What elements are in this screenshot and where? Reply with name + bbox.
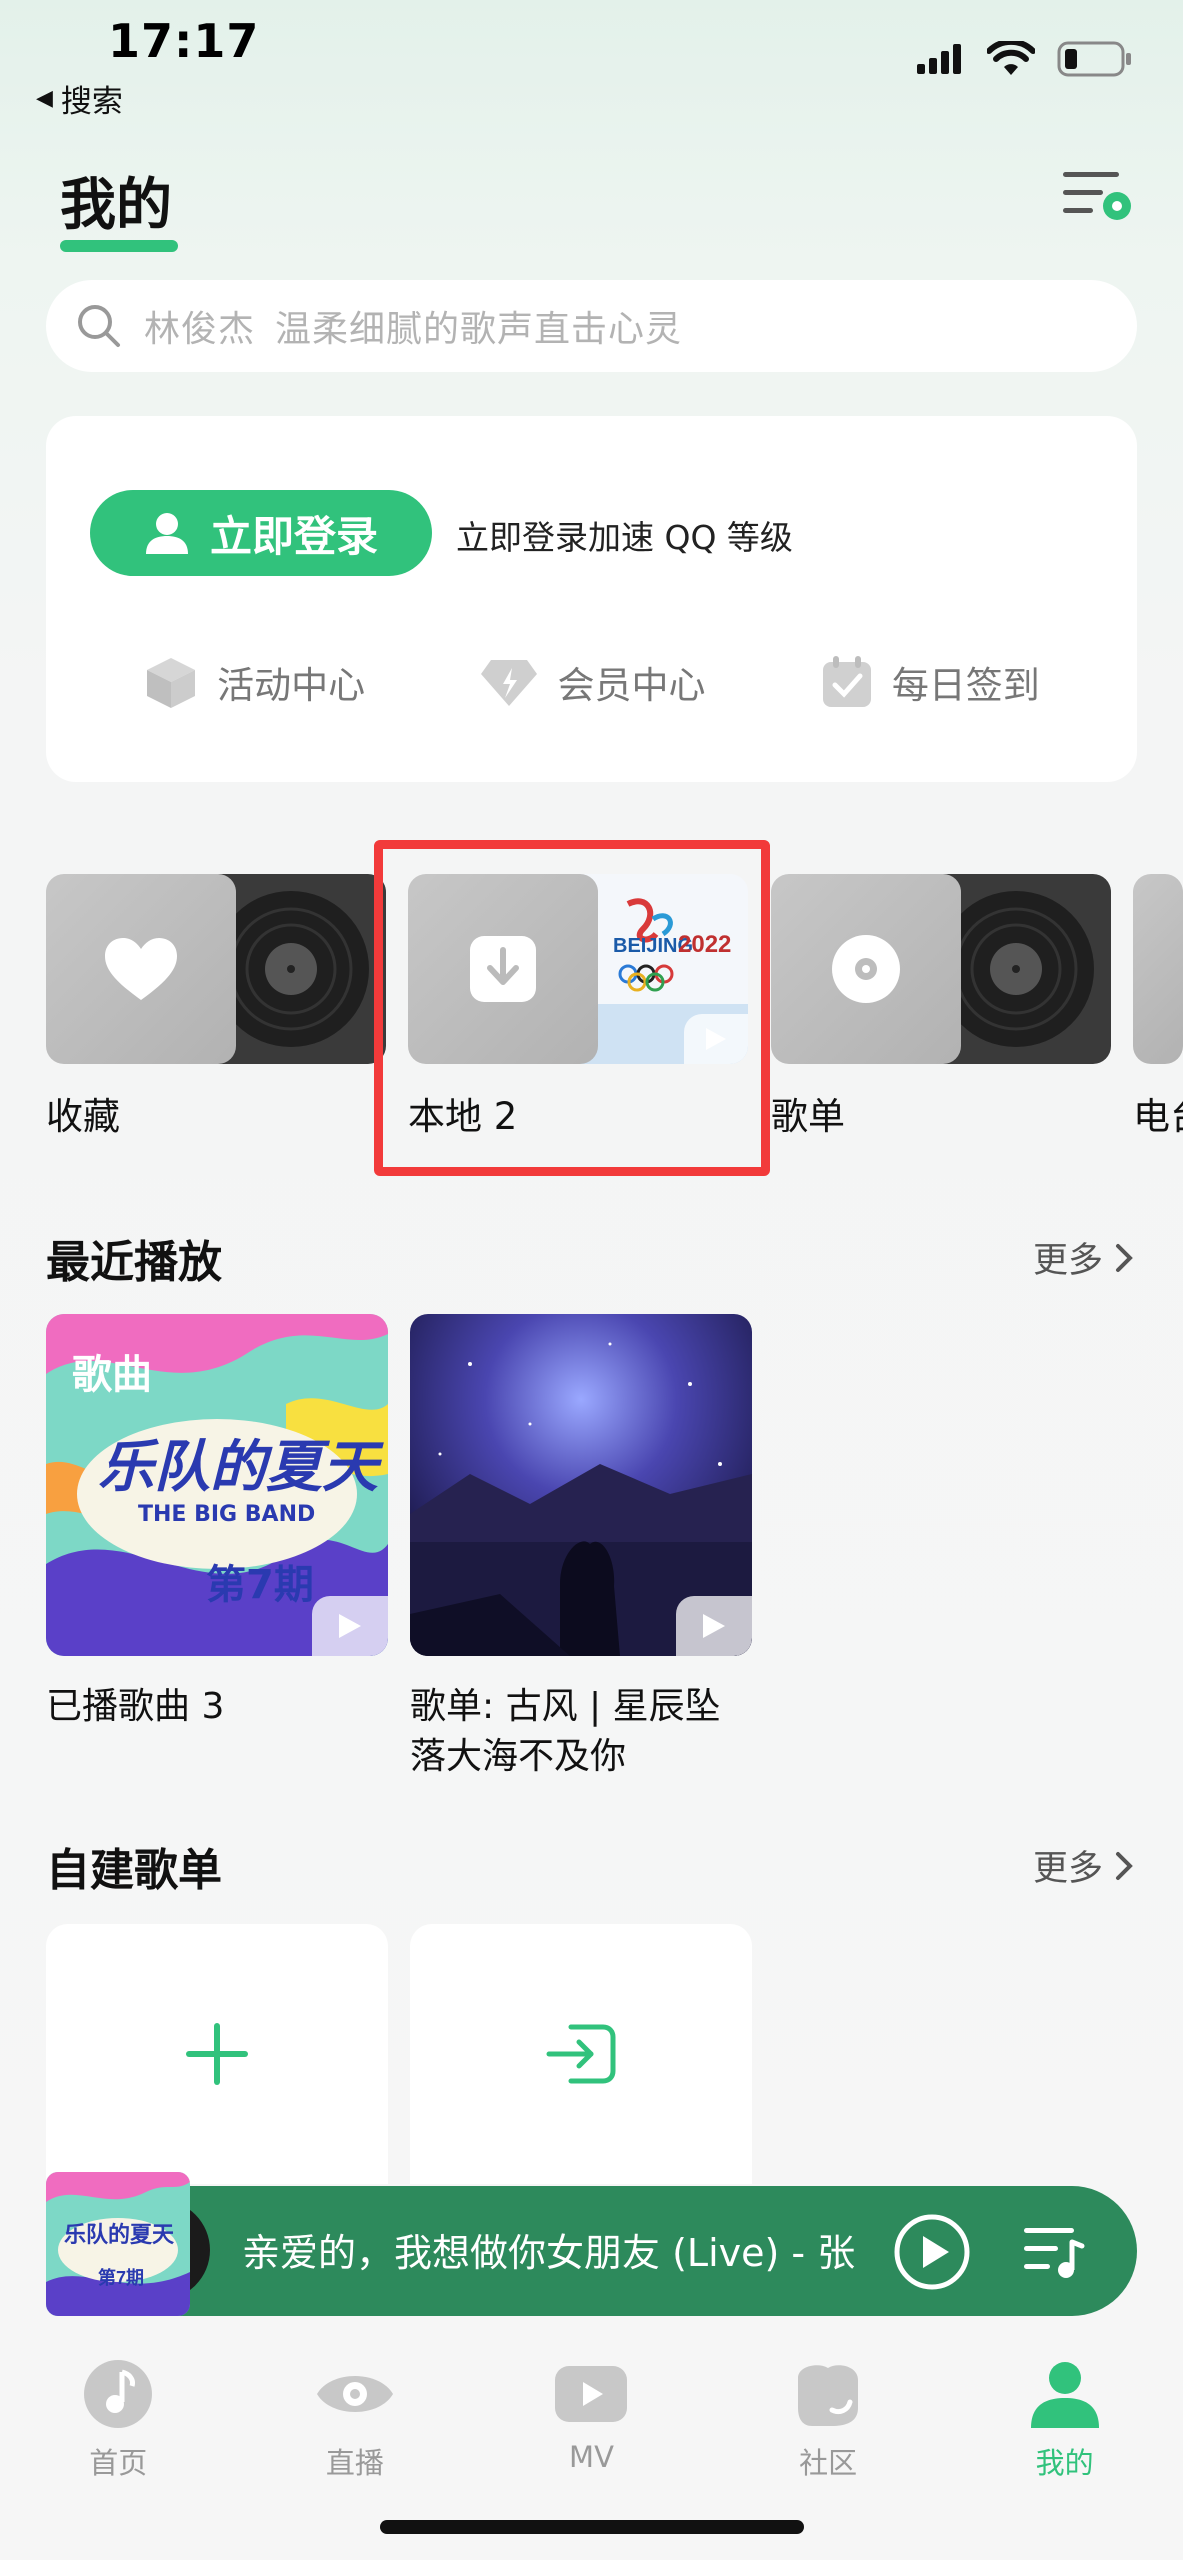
chevron-right-icon: [1116, 1243, 1133, 1272]
login-tip: 立即登录加速 QQ 等级: [456, 518, 793, 557]
radio-tile[interactable]: 电台: [1133, 874, 1183, 1140]
activity-center-link[interactable]: 活动中心: [143, 654, 365, 710]
now-playing-title[interactable]: 亲爱的，我想做你女朋友 (Live) - 张: [242, 2222, 862, 2277]
video-play-icon: [555, 2366, 628, 2422]
page-title[interactable]: 我的: [60, 160, 172, 241]
title-underline: [60, 240, 178, 252]
cellular-signal-icon: [917, 44, 961, 74]
playlists-tile[interactable]: 歌单: [771, 874, 1111, 1140]
local-cover: [408, 874, 598, 1064]
vip-diamond-icon: [481, 660, 538, 706]
play-button-icon[interactable]: [892, 2212, 972, 2292]
login-button-label: 立即登录: [209, 511, 378, 561]
home-indicator[interactable]: [380, 2520, 804, 2534]
create-playlist-button[interactable]: [46, 1924, 388, 2184]
login-card: 立即登录 立即登录加速 QQ 等级 活动中心 会员中心 每日签到: [46, 416, 1137, 782]
eye-icon: [316, 2376, 393, 2412]
back-to-search-link[interactable]: ◀ 搜索: [36, 76, 123, 121]
cover-subtitle: THE BIG BAND: [138, 1502, 316, 1527]
playlists-section-title: 自建歌单: [46, 1845, 222, 1896]
big-band-cover: 歌曲 乐队的夏天 THE BIG BAND 第7期: [46, 1314, 388, 1656]
svg-text:乐队的夏天: 乐队的夏天: [64, 2222, 175, 2247]
settings-menu-icon[interactable]: [1061, 168, 1133, 226]
playlist-queue-icon[interactable]: [1022, 2222, 1086, 2282]
import-playlist-button[interactable]: [410, 1924, 752, 2184]
user-icon: [145, 513, 188, 554]
vip-center-link[interactable]: 会员中心: [479, 654, 705, 710]
recent-item[interactable]: 歌单: 古风 | 星辰坠落大海不及你: [410, 1314, 752, 1782]
radio-label: 电台: [1133, 1095, 1183, 1138]
back-triangle-icon: ◀: [36, 86, 53, 111]
favorites-label: 收藏: [46, 1095, 120, 1138]
favorites-tile[interactable]: 收藏: [46, 874, 386, 1140]
login-button[interactable]: 立即登录: [90, 490, 432, 576]
daily-checkin-link[interactable]: 每日签到: [820, 654, 1040, 710]
search-placeholder: 林俊杰 温柔细腻的歌声直击心灵: [144, 309, 683, 350]
status-time: 17:17: [108, 14, 260, 68]
recent-more-link[interactable]: 更多: [1033, 1232, 1133, 1283]
now-playing-cover[interactable]: 乐队的夏天 第7期: [46, 2172, 190, 2316]
playlists-more-link[interactable]: 更多: [1033, 1840, 1133, 1891]
home-note-icon: [84, 2360, 153, 2428]
tab-mine[interactable]: 我的: [946, 2332, 1183, 2560]
battery-icon: [1057, 41, 1131, 77]
cube-icon: [147, 658, 196, 708]
recent-item[interactable]: 歌曲 乐队的夏天 THE BIG BAND 第7期 已播歌曲 3: [46, 1314, 388, 1732]
calendar-check-icon: [822, 656, 871, 707]
play-icon[interactable]: [676, 1596, 752, 1656]
playlists-label: 歌单: [771, 1095, 845, 1138]
song-badge: 歌曲: [72, 1352, 152, 1398]
play-icon[interactable]: [312, 1596, 388, 1656]
wifi-icon: [987, 41, 1035, 75]
cover-title: 乐队的夏天: [98, 1435, 378, 1500]
search-input[interactable]: 林俊杰 温柔细腻的歌声直击心灵: [46, 280, 1137, 372]
quick-links: 活动中心 会员中心 每日签到: [46, 654, 1137, 710]
favorites-cover: [46, 874, 236, 1064]
heart-icon: [105, 938, 177, 1000]
svg-text:第7期: 第7期: [98, 2267, 144, 2288]
radio-cover: [1133, 874, 1183, 1064]
profile-icon: [1030, 2362, 1099, 2428]
community-icon: [798, 2365, 859, 2426]
back-label: 搜索: [60, 84, 123, 120]
disc-icon: [832, 935, 900, 1003]
plus-icon: [186, 2023, 248, 2085]
cover-episode: 第7期: [206, 1562, 314, 1608]
chevron-right-icon: [1116, 1851, 1133, 1880]
starry-playlist-cover: [410, 1314, 752, 1656]
import-icon: [546, 2024, 616, 2084]
recent-item-caption: 歌单: 古风 | 星辰坠落大海不及你: [410, 1686, 721, 1777]
status-icons: [915, 40, 1133, 78]
tab-home[interactable]: 首页: [0, 2332, 237, 2560]
search-icon: [78, 305, 120, 347]
recent-section-title: 最近播放: [46, 1237, 222, 1288]
download-icon: [470, 936, 536, 1002]
playlists-cover: [771, 874, 961, 1064]
recent-item-caption: 已播歌曲 3: [46, 1686, 225, 1727]
